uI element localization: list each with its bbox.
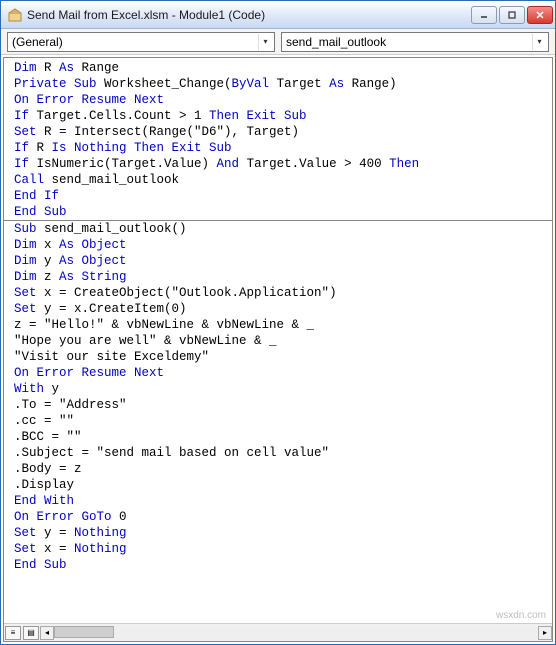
chevron-down-icon: ▾ xyxy=(258,34,272,50)
watermark: wsxdn.com xyxy=(496,610,546,621)
procedure-combobox[interactable]: send_mail_outlook ▾ xyxy=(281,32,549,52)
view-buttons: ≡ ▤ xyxy=(4,625,40,641)
bottom-bar: ≡ ▤ ◂ ▸ xyxy=(4,623,552,641)
code-window: Send Mail from Excel.xlsm - Module1 (Cod… xyxy=(0,0,556,645)
scroll-left-button[interactable]: ◂ xyxy=(40,626,54,640)
toolbar: (General) ▾ send_mail_outlook ▾ xyxy=(1,29,555,55)
code-editor[interactable]: Dim R As Range Private Sub Worksheet_Cha… xyxy=(3,57,553,642)
full-module-view-button[interactable]: ▤ xyxy=(23,626,39,640)
chevron-down-icon: ▾ xyxy=(532,34,546,50)
scroll-thumb[interactable] xyxy=(54,626,114,638)
scroll-track[interactable] xyxy=(54,626,538,640)
titlebar[interactable]: Send Mail from Excel.xlsm - Module1 (Cod… xyxy=(1,1,555,29)
code-content[interactable]: Dim R As Range Private Sub Worksheet_Cha… xyxy=(4,58,552,623)
horizontal-scrollbar[interactable]: ◂ ▸ xyxy=(40,626,552,640)
object-combobox[interactable]: (General) ▾ xyxy=(7,32,275,52)
procedure-combo-value: send_mail_outlook xyxy=(286,35,386,49)
minimize-button[interactable] xyxy=(471,6,497,24)
close-button[interactable] xyxy=(527,6,553,24)
window-buttons xyxy=(471,6,553,24)
window-title: Send Mail from Excel.xlsm - Module1 (Cod… xyxy=(27,8,471,22)
procedure-view-button[interactable]: ≡ xyxy=(5,626,21,640)
object-combo-value: (General) xyxy=(12,35,63,49)
maximize-button[interactable] xyxy=(499,6,525,24)
app-icon xyxy=(7,7,23,23)
scroll-right-button[interactable]: ▸ xyxy=(538,626,552,640)
